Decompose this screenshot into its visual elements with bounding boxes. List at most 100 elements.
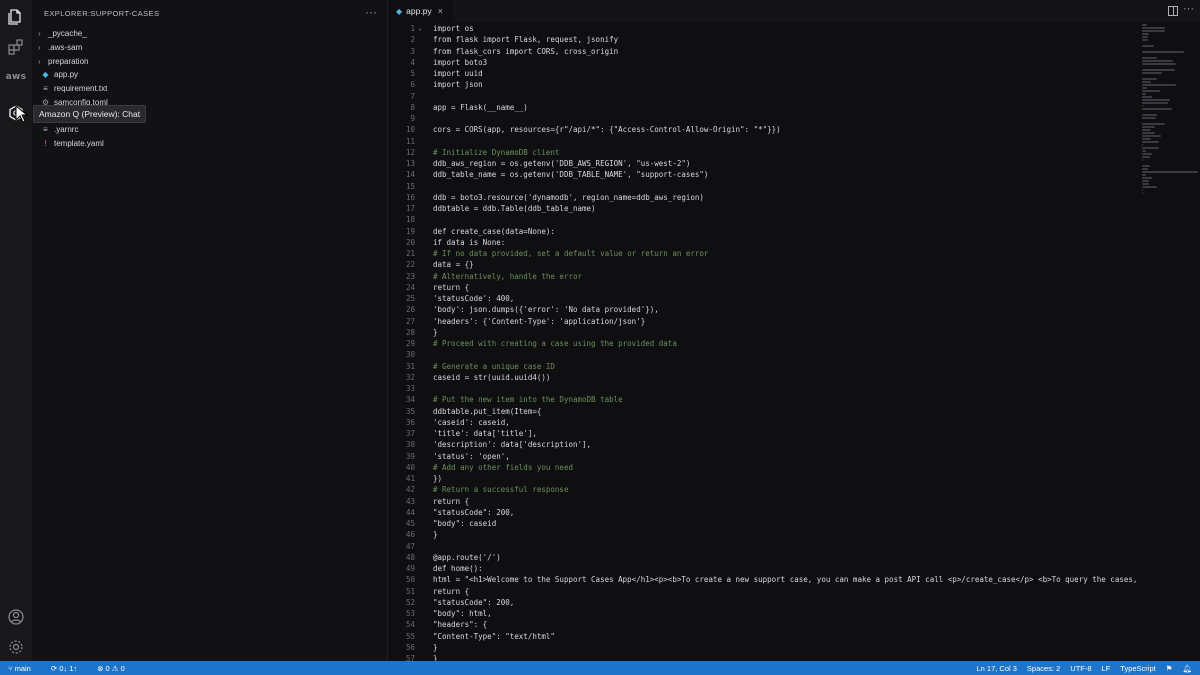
fold-chevron-icon[interactable]	[415, 383, 425, 394]
code-line[interactable]: 40 # Add any other fields you need	[389, 462, 1149, 473]
fold-chevron-icon[interactable]	[415, 68, 425, 79]
fold-chevron-icon[interactable]	[415, 293, 425, 304]
code-line[interactable]: 50 html = "<h1>Welcome to the Support Cas…	[389, 574, 1149, 585]
code-editor[interactable]: 1 ⌄ import os 2 from flask import Flask, req…	[389, 23, 1149, 661]
fold-chevron-icon[interactable]	[415, 529, 425, 540]
fold-chevron-icon[interactable]	[415, 102, 425, 113]
fold-chevron-icon[interactable]	[415, 259, 425, 270]
code-line[interactable]: 2 from flask import Flask, request, jsoni…	[389, 34, 1149, 45]
fold-chevron-icon[interactable]	[415, 349, 425, 360]
fold-chevron-icon[interactable]	[415, 608, 425, 619]
fold-chevron-icon[interactable]	[415, 462, 425, 473]
code-line[interactable]: 44 "statusCode": 200,	[389, 507, 1149, 518]
fold-chevron-icon[interactable]	[415, 214, 425, 225]
fold-chevron-icon[interactable]	[415, 372, 425, 383]
code-line[interactable]: 51 return {	[389, 586, 1149, 597]
code-line[interactable]: 53 "body": html,	[389, 608, 1149, 619]
code-line[interactable]: 13 ddb_aws_region = os.getenv('DDB_AWS_RE…	[389, 158, 1149, 169]
encoding[interactable]: UTF-8	[1070, 664, 1091, 673]
fold-chevron-icon[interactable]	[415, 507, 425, 518]
fold-chevron-icon[interactable]	[415, 147, 425, 158]
code-line[interactable]: 34 # Put the new item into the DynamoDB t…	[389, 394, 1149, 405]
gear-icon[interactable]	[6, 637, 26, 657]
fold-chevron-icon[interactable]	[415, 406, 425, 417]
minimap[interactable]	[1142, 23, 1200, 194]
sync-indicator[interactable]: ⟳ 0↓ 1↑	[51, 664, 87, 673]
code-line[interactable]: 55 "Content-Type": "text/html"	[389, 631, 1149, 642]
fold-chevron-icon[interactable]	[415, 158, 425, 169]
code-line[interactable]: 48 @app.route('/')	[389, 552, 1149, 563]
fold-chevron-icon[interactable]	[415, 316, 425, 327]
fold-chevron-icon[interactable]	[415, 203, 425, 214]
fold-chevron-icon[interactable]	[415, 113, 425, 124]
fold-chevron-icon[interactable]	[415, 394, 425, 405]
editor-more-button[interactable]: ···	[1183, 3, 1194, 15]
code-line[interactable]: 4 import boto3	[389, 57, 1149, 68]
fold-chevron-icon[interactable]	[415, 91, 425, 102]
fold-chevron-icon[interactable]	[415, 518, 425, 529]
code-line[interactable]: 22 data = {}	[389, 259, 1149, 270]
fold-chevron-icon[interactable]	[415, 541, 425, 552]
branch-indicator[interactable]: ⑂ main	[8, 664, 41, 673]
aws-icon[interactable]: aws	[6, 67, 26, 87]
code-line[interactable]: 8 app = Flask(__name__)	[389, 102, 1149, 113]
code-line[interactable]: 37 'title': data['title'],	[389, 428, 1149, 439]
problems-indicator[interactable]: ⊗ 0 ⚠ 0	[97, 664, 125, 673]
code-line[interactable]: 18	[389, 214, 1149, 225]
feedback-icon[interactable]: ⚑	[1166, 664, 1173, 673]
code-line[interactable]: 31 # Generate a unique case ID	[389, 361, 1149, 372]
cursor-position[interactable]: Ln 17, Col 3	[976, 664, 1016, 673]
code-line[interactable]: 30	[389, 349, 1149, 360]
fold-chevron-icon[interactable]	[415, 271, 425, 282]
code-line[interactable]: 41})	[389, 473, 1149, 484]
code-line[interactable]: 14 ddb_table_name = os.getenv('DDB_TABLE_…	[389, 169, 1149, 180]
fold-chevron-icon[interactable]	[415, 496, 425, 507]
tree-item[interactable]: ≡ requirement.txt	[32, 82, 387, 96]
fold-chevron-icon[interactable]	[415, 226, 425, 237]
code-line[interactable]: 56}	[389, 642, 1149, 653]
code-line[interactable]: 23 # Alternatively, handle the error	[389, 271, 1149, 282]
code-line[interactable]: 1 ⌄ import os	[389, 23, 1149, 34]
fold-chevron-icon[interactable]	[415, 484, 425, 495]
code-line[interactable]: 5 import uuid	[389, 68, 1149, 79]
fold-chevron-icon[interactable]	[415, 46, 425, 57]
fold-chevron-icon[interactable]	[415, 653, 425, 661]
code-line[interactable]: 16 ddb = boto3.resource('dynamodb', regio…	[389, 192, 1149, 203]
fold-chevron-icon[interactable]	[415, 79, 425, 90]
tree-item[interactable]: › _pycache_	[32, 27, 387, 41]
language-mode[interactable]: TypeScript	[1120, 664, 1155, 673]
code-line[interactable]: 3 from flask_cors import CORS, cross_orig…	[389, 46, 1149, 57]
code-line[interactable]: 27 'headers': {'Content-Type': 'applicati…	[389, 316, 1149, 327]
fold-chevron-icon[interactable]	[415, 361, 425, 372]
extensions-icon[interactable]	[6, 37, 26, 57]
fold-chevron-icon[interactable]	[415, 642, 425, 653]
code-line[interactable]: 39 'status': 'open',	[389, 451, 1149, 462]
fold-chevron-icon[interactable]	[415, 57, 425, 68]
code-line[interactable]: 57}	[389, 653, 1149, 661]
code-line[interactable]: 47	[389, 541, 1149, 552]
code-line[interactable]: 33	[389, 383, 1149, 394]
indentation[interactable]: Spaces: 2	[1027, 664, 1060, 673]
fold-chevron-icon[interactable]	[415, 451, 425, 462]
code-line[interactable]: 6 import json	[389, 79, 1149, 90]
code-line[interactable]: 9	[389, 113, 1149, 124]
code-line[interactable]: 19 def create_case(data=None):	[389, 226, 1149, 237]
fold-chevron-icon[interactable]	[415, 563, 425, 574]
tree-item[interactable]: › preparation	[32, 54, 387, 68]
fold-chevron-icon[interactable]	[415, 586, 425, 597]
fold-chevron-icon[interactable]	[415, 124, 425, 135]
notifications-icon[interactable]: 🔔︎	[1182, 664, 1192, 673]
code-line[interactable]: 11	[389, 136, 1149, 147]
code-line[interactable]: 12 # Initialize DynamoDB client	[389, 147, 1149, 158]
fold-chevron-icon[interactable]	[415, 192, 425, 203]
tab-app-py[interactable]: ◆ app.py ×	[389, 0, 453, 22]
fold-chevron-icon[interactable]	[415, 136, 425, 147]
tree-item[interactable]: ≡ .yarnrc	[32, 123, 387, 137]
code-line[interactable]: 15	[389, 181, 1149, 192]
code-line[interactable]: 20 if data is None:	[389, 237, 1149, 248]
code-line[interactable]: 26 'body': json.dumps({'error': 'No data …	[389, 304, 1149, 315]
code-line[interactable]: 25 'statusCode': 400,	[389, 293, 1149, 304]
code-line[interactable]: 38 'description': data['description'],	[389, 439, 1149, 450]
code-line[interactable]: 28}	[389, 327, 1149, 338]
fold-chevron-icon[interactable]	[415, 631, 425, 642]
